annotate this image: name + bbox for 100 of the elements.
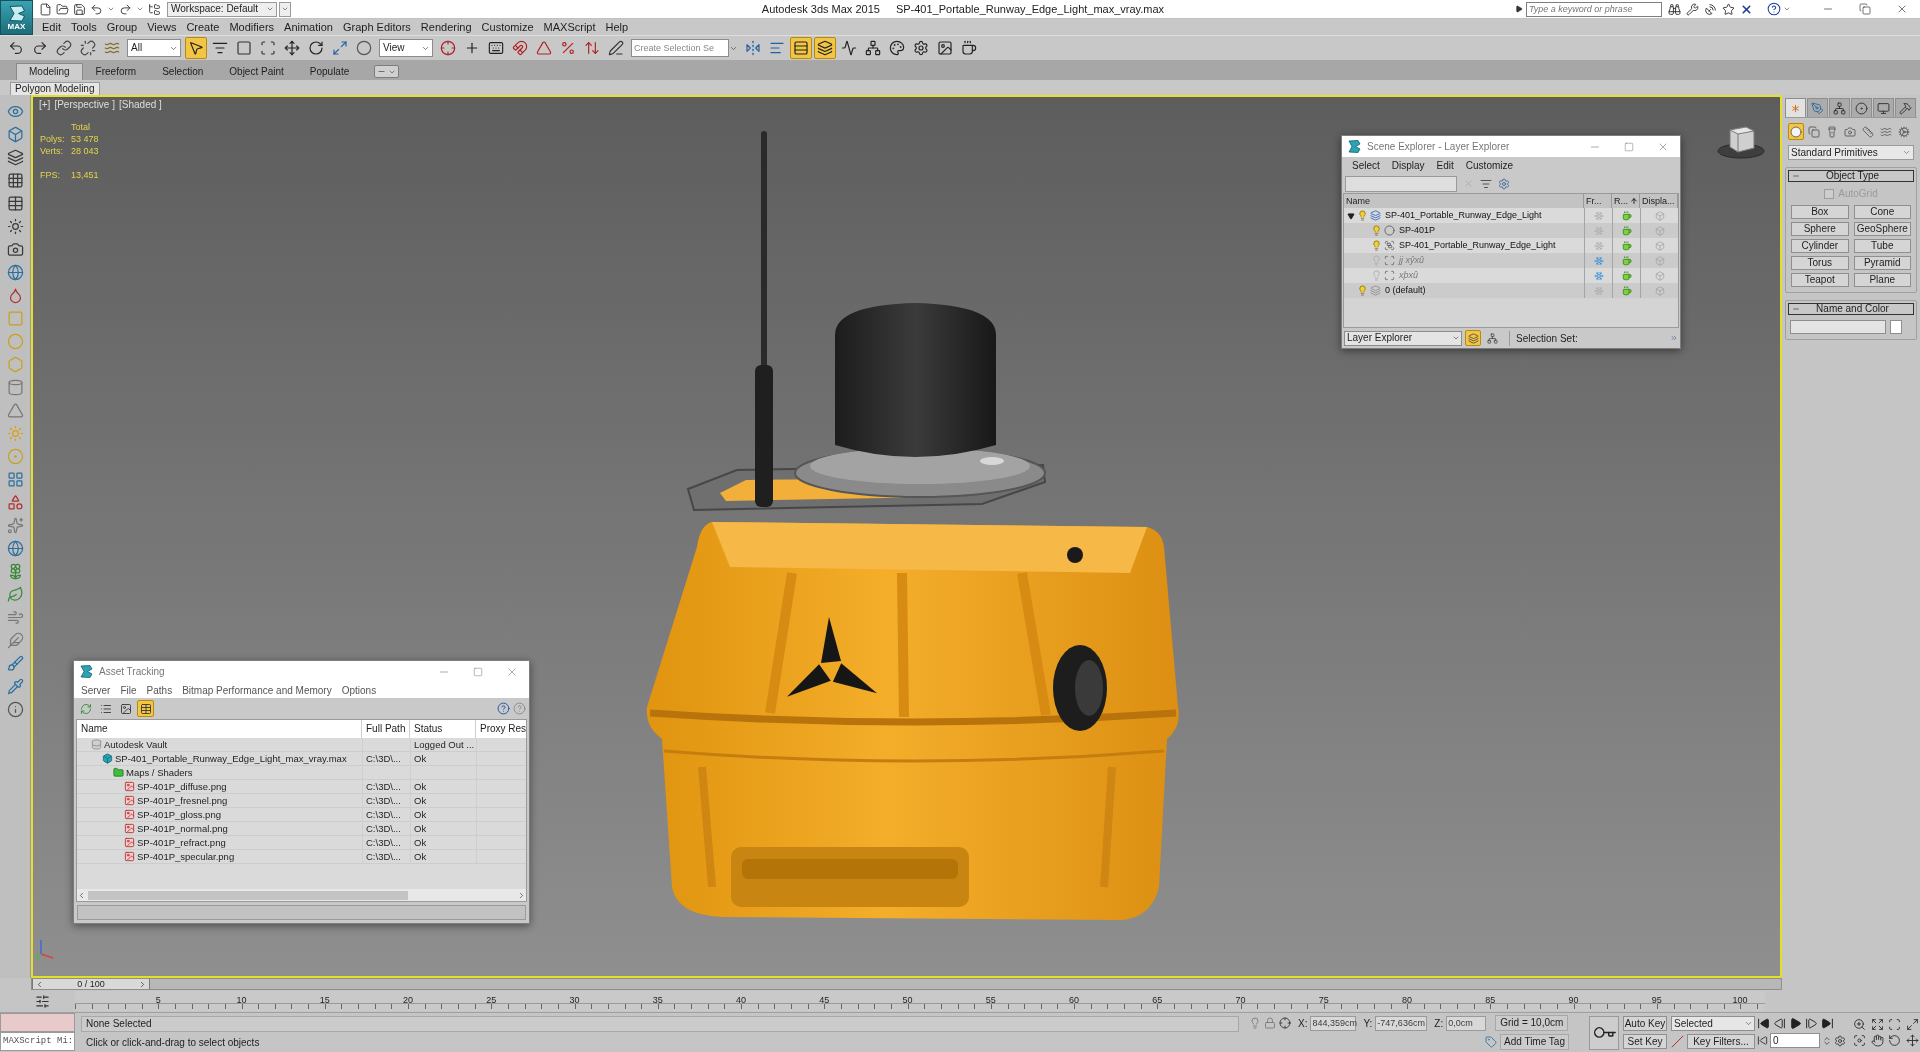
time-slider-thumb[interactable]: 0 / 100	[32, 979, 150, 989]
tree-row[interactable]: SP-401_Portable_Runway_Edge_Light	[1344, 238, 1678, 253]
expand-icon[interactable]	[1870, 1018, 1884, 1031]
horizontal-scrollbar[interactable]	[77, 889, 526, 901]
menu-item[interactable]: Display	[1385, 157, 1431, 174]
camera-icon[interactable]	[6, 241, 24, 258]
wind-icon[interactable]	[6, 609, 24, 626]
customize-button[interactable]	[279, 1, 291, 17]
named-selection-field[interactable]: Create Selection Se	[631, 39, 729, 57]
column-header[interactable]: Name	[1346, 194, 1370, 208]
primitive-button[interactable]: Teapot	[1791, 273, 1849, 287]
info-icon[interactable]	[6, 701, 24, 718]
save-icon[interactable]	[73, 2, 86, 16]
table-icon[interactable]	[6, 195, 24, 212]
column-header[interactable]: Name	[81, 723, 108, 734]
menu-item[interactable]: MAXScript	[538, 19, 601, 35]
listener-field[interactable]	[0, 1013, 75, 1032]
menu-item[interactable]: Group	[101, 19, 143, 35]
triangle-arrow-icon[interactable]	[1347, 211, 1355, 220]
globe-icon[interactable]	[6, 540, 24, 557]
eye-icon[interactable]	[6, 103, 24, 120]
redo-icon[interactable]	[119, 2, 132, 16]
ribbon-tab[interactable]: Populate	[296, 63, 363, 80]
sliders-icon[interactable]	[35, 993, 50, 1009]
toolbar-dropdown[interactable]: View	[379, 39, 433, 57]
time-slider-track[interactable]: 0 / 100	[31, 978, 1782, 990]
ribbon-toggle-button[interactable]	[374, 65, 400, 78]
command-tab[interactable]	[1851, 98, 1872, 117]
lightbulb-icon[interactable]	[1249, 1017, 1261, 1029]
menu-item[interactable]: Customize	[1459, 157, 1520, 174]
crosshair-icon[interactable]	[1279, 1017, 1291, 1029]
set-key-button[interactable]: Set Key	[1623, 1034, 1667, 1049]
pipette-icon[interactable]	[6, 678, 24, 695]
coordinate-field[interactable]: 844,359cm	[1310, 1015, 1357, 1031]
step-back-icon[interactable]	[1773, 1017, 1786, 1030]
rotate-icon[interactable]	[1888, 1034, 1901, 1047]
viewcube-icon[interactable]	[1716, 124, 1766, 160]
triangle-arrow-icon[interactable]	[1515, 5, 1523, 13]
column-header[interactable]: R...	[1614, 194, 1628, 208]
shapes-icon[interactable]	[6, 494, 24, 511]
asset-row[interactable]: SP-401P_gloss.png C:\3D\... Ok	[77, 808, 526, 822]
command-tab[interactable]	[1873, 98, 1894, 117]
search-field[interactable]: Type a keyword or phrase	[1526, 1, 1662, 17]
object-color-swatch[interactable]	[1890, 320, 1902, 334]
primitive-button[interactable]: Cone	[1853, 205, 1911, 219]
coordinate-field[interactable]: 0,0cm	[1446, 1015, 1487, 1031]
menu-item[interactable]: Rendering	[415, 19, 477, 35]
snowflake-icon[interactable]	[1593, 270, 1604, 281]
play-icon[interactable]	[1789, 1017, 1802, 1030]
column-header[interactable]: Fr...	[1586, 194, 1602, 208]
asset-row[interactable]: SP-401P_specular.png C:\3D\... Ok	[77, 850, 526, 864]
menu-item[interactable]: Server	[76, 682, 116, 698]
coordinate-field[interactable]: -747,636cm	[1375, 1015, 1428, 1031]
table-button[interactable]	[137, 700, 154, 717]
viewport-menu-label[interactable]: [+]	[39, 100, 51, 110]
viewport-menu-label[interactable]: [Perspective ]	[54, 100, 115, 110]
primitive-button[interactable]: Pyramid	[1853, 256, 1911, 270]
explorer-mode-dropdown[interactable]: Layer Explorer	[1344, 330, 1462, 346]
primitive-button[interactable]: Tube	[1853, 239, 1911, 253]
primitive-button[interactable]: Torus	[1791, 256, 1849, 270]
maxscript-field[interactable]: MAXScript Mi:	[0, 1032, 75, 1051]
skip-forward-icon[interactable]	[1821, 1017, 1834, 1030]
caret-icon[interactable]	[1783, 5, 1791, 13]
time-tag-label[interactable]: Add Time Tag	[1500, 1034, 1569, 1050]
key-button[interactable]	[1589, 1015, 1619, 1050]
layers-button[interactable]	[814, 37, 836, 59]
asset-row[interactable]: SP-401P_refract.png C:\3D\... Ok	[77, 836, 526, 850]
cross-mark-icon[interactable]	[1740, 2, 1753, 16]
satellite-dish-icon[interactable]	[1704, 2, 1717, 16]
menu-item[interactable]: Animation	[279, 19, 338, 35]
scroll-left-icon[interactable]	[77, 890, 86, 900]
primitive-button[interactable]: Plane	[1853, 273, 1911, 287]
zoom-in-icon[interactable]	[1853, 1018, 1866, 1031]
gear-icon[interactable]	[1498, 177, 1510, 190]
column-header[interactable]: Displa...	[1642, 194, 1675, 208]
asset-row[interactable]: Autodesk Vault Logged Out ...	[77, 738, 526, 752]
menu-item[interactable]: Options	[336, 682, 382, 698]
tree-row[interactable]: 0 (default)	[1344, 283, 1678, 298]
key-mode-dropdown[interactable]: Selected	[1671, 1016, 1755, 1031]
grid-icon[interactable]	[6, 172, 24, 189]
scroll-right-icon[interactable]	[517, 890, 526, 900]
lightbulb-icon[interactable]	[1357, 285, 1368, 296]
menu-item[interactable]: Help	[600, 19, 634, 35]
open-folder-icon[interactable]	[56, 2, 69, 16]
triangle-icon[interactable]	[6, 402, 24, 419]
brush-icon[interactable]	[6, 655, 24, 672]
wrench-icon[interactable]	[1686, 2, 1699, 16]
key-filters-button[interactable]: Key Filters...	[1687, 1034, 1755, 1049]
overlapping-shapes-button[interactable]	[1806, 123, 1822, 140]
lightbulb-icon[interactable]	[1371, 225, 1382, 236]
sparkles-icon[interactable]	[6, 517, 24, 534]
asset-row[interactable]: SP-401P_normal.png C:\3D\... Ok	[77, 822, 526, 836]
hand-icon[interactable]	[1870, 1034, 1884, 1047]
menu-item[interactable]: Paths	[141, 682, 178, 698]
circle-button[interactable]	[1788, 123, 1804, 140]
maximize-icon[interactable]	[1905, 1018, 1919, 1031]
step-forward-icon[interactable]	[1805, 1017, 1818, 1030]
up-down-chevrons-icon[interactable]	[1822, 1035, 1832, 1046]
ribbon-tab[interactable]: Freeform	[82, 63, 150, 80]
menu-item[interactable]: Tools	[65, 19, 102, 35]
